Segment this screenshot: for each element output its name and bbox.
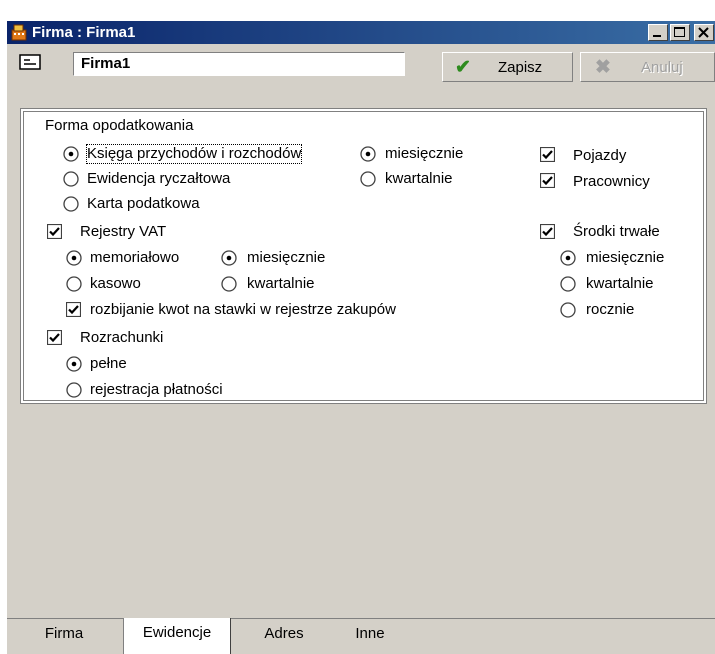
label-tax-monthly: miesięcznie bbox=[385, 145, 464, 162]
checkbox-rozrachunki[interactable] bbox=[47, 330, 62, 345]
record-card-icon bbox=[19, 54, 41, 70]
radio-assets-monthly[interactable] bbox=[560, 250, 576, 266]
label-fixed-assets: Środki trwałe bbox=[573, 223, 660, 240]
save-button[interactable]: ✔ Zapisz bbox=[442, 52, 573, 82]
window-title: Firma : Firma1 bbox=[32, 24, 136, 41]
radio-assets-quarterly[interactable] bbox=[560, 276, 576, 292]
calculator-icon bbox=[11, 24, 27, 41]
close-button[interactable] bbox=[694, 24, 714, 41]
radio-dot bbox=[71, 361, 77, 367]
label-assets-monthly: miesięcznie bbox=[586, 249, 665, 266]
label-pojazdy: Pojazdy bbox=[573, 147, 627, 164]
radio-assets-yearly[interactable] bbox=[560, 302, 576, 318]
label-assets-yearly: rocznie bbox=[586, 301, 635, 318]
tab-inne[interactable]: Inne bbox=[340, 619, 400, 654]
radio-vat-cash[interactable] bbox=[66, 276, 82, 292]
radio-dot bbox=[71, 255, 77, 261]
checkbox-pojazdy[interactable] bbox=[540, 147, 555, 162]
tab-ewidencje[interactable]: Ewidencje bbox=[123, 618, 231, 654]
radio-tax-monthly[interactable] bbox=[360, 146, 376, 162]
title-bar[interactable]: Firma : Firma1 bbox=[7, 21, 715, 44]
checkbox-rejestry-vat[interactable] bbox=[47, 224, 62, 239]
label-rejestry-vat: Rejestry VAT bbox=[80, 223, 167, 240]
tab-adres[interactable]: Adres bbox=[249, 619, 319, 654]
label-tax-ryczalt: Ewidencja ryczałtowa bbox=[87, 170, 231, 187]
minimize-icon bbox=[653, 35, 661, 37]
checkmark-icon: ✔ bbox=[455, 57, 471, 78]
company-name-field[interactable]: Firma1 bbox=[73, 52, 405, 76]
radio-tax-quarterly[interactable] bbox=[360, 171, 376, 187]
tab-bar: Firma Ewidencje Adres Inne bbox=[7, 618, 715, 654]
label-settle-payments: rejestracja płatności bbox=[90, 381, 223, 398]
radio-dot bbox=[565, 255, 571, 261]
radio-tax-ryczalt[interactable] bbox=[63, 171, 79, 187]
checkbox-fixed-assets[interactable] bbox=[540, 224, 555, 239]
label-split-rates: rozbijanie kwot na stawki w rejestrze za… bbox=[90, 301, 396, 318]
label-tax-ksiega: Księga przychodów i rozchodów bbox=[85, 144, 303, 164]
minimize-button[interactable] bbox=[648, 24, 668, 41]
label-tax-quarterly: kwartalnie bbox=[385, 170, 453, 187]
radio-dot bbox=[365, 151, 371, 157]
close-icon bbox=[698, 27, 709, 38]
cross-icon: ✖ bbox=[595, 57, 611, 78]
radio-vat-monthly[interactable] bbox=[221, 250, 237, 266]
label-pracownicy: Pracownicy bbox=[573, 173, 650, 190]
section-title-tax: Forma opodatkowania bbox=[45, 117, 194, 134]
maximize-button[interactable] bbox=[670, 24, 690, 41]
label-rozrachunki: Rozrachunki bbox=[80, 329, 164, 346]
checkbox-split-rates[interactable] bbox=[66, 302, 81, 317]
checkbox-pracownicy[interactable] bbox=[540, 173, 555, 188]
save-label: Zapisz bbox=[498, 59, 543, 76]
radio-settle-payments[interactable] bbox=[66, 382, 82, 398]
toolbar: Firma1 ✔ Zapisz ✖ Anuluj bbox=[7, 44, 715, 90]
radio-dot bbox=[226, 255, 232, 261]
label-settle-full: pełne bbox=[90, 355, 127, 372]
radio-dot bbox=[68, 151, 74, 157]
cancel-label: Anuluj bbox=[641, 59, 683, 76]
label-assets-quarterly: kwartalnie bbox=[586, 275, 654, 292]
maximize-icon bbox=[674, 27, 685, 37]
label-vat-cash: kasowo bbox=[90, 275, 141, 292]
label-vat-quarterly: kwartalnie bbox=[247, 275, 315, 292]
radio-vat-quarterly[interactable] bbox=[221, 276, 237, 292]
label-vat-memorial: memoriałowo bbox=[90, 249, 180, 266]
cancel-button[interactable]: ✖ Anuluj bbox=[580, 52, 715, 82]
radio-settle-full[interactable] bbox=[66, 356, 82, 372]
radio-vat-memorial[interactable] bbox=[66, 250, 82, 266]
radio-tax-karta[interactable] bbox=[63, 196, 79, 212]
radio-tax-ksiega[interactable] bbox=[63, 146, 79, 162]
label-tax-karta: Karta podatkowa bbox=[87, 195, 200, 212]
label-vat-monthly: miesięcznie bbox=[247, 249, 326, 266]
tab-firma[interactable]: Firma bbox=[24, 619, 104, 654]
